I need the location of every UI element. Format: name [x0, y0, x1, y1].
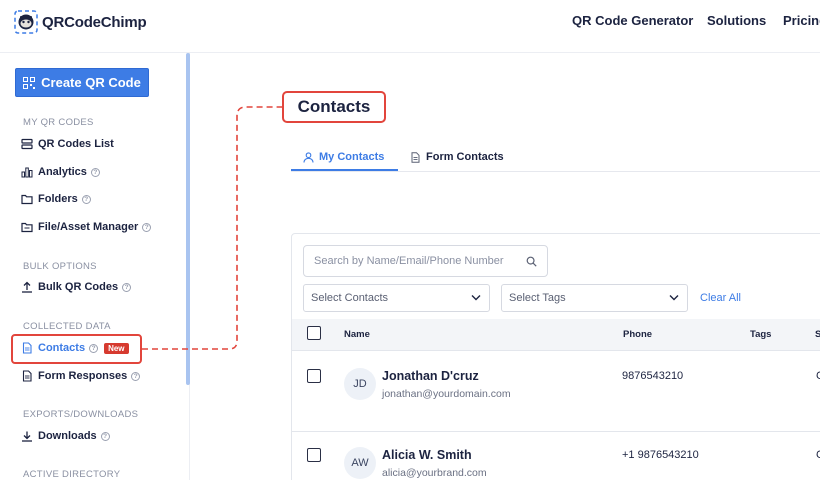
tab-my-contacts[interactable]: My Contacts [303, 143, 384, 171]
select-tags-label: Select Tags [509, 292, 566, 304]
clipped-column-value: C [816, 449, 820, 461]
contact-name[interactable]: Alicia W. Smith [382, 448, 472, 462]
sidebar-scrollbar[interactable] [186, 53, 190, 385]
sidebar-item-form-responses[interactable]: Form Responses ? [21, 367, 141, 385]
table-header [292, 319, 820, 351]
help-icon[interactable]: ? [142, 222, 152, 232]
column-header-phone[interactable]: Phone [623, 329, 652, 340]
select-contacts-label: Select Contacts [311, 292, 389, 304]
topnav-solutions[interactable]: Solutions [707, 13, 766, 28]
sidebar-item-label: Form Responses [38, 370, 128, 382]
sidebar-item-label: File/Asset Manager [38, 221, 139, 233]
select-all-checkbox[interactable] [307, 326, 321, 340]
top-navbar: QRCodeChimp QR Code Generator Solutions … [0, 0, 820, 53]
sidebar-item-folders[interactable]: Folders ? [21, 190, 91, 208]
qr-icon [23, 76, 36, 89]
column-header-status[interactable]: S [815, 329, 820, 340]
sidebar-item-downloads[interactable]: Downloads ? [21, 427, 110, 445]
user-icon [303, 151, 314, 163]
column-header-name[interactable]: Name [344, 329, 370, 340]
chimp-logo-icon [14, 10, 38, 34]
search-box[interactable] [303, 245, 548, 277]
sidebar-item-analytics[interactable]: Analytics ? [21, 163, 100, 181]
section-title-bulk-options: BULK OPTIONS [23, 261, 97, 272]
contact-phone: +1 9876543210 [622, 449, 699, 461]
sidebar-item-label: Bulk QR Codes [38, 281, 119, 293]
contact-phone: 9876543210 [622, 370, 684, 382]
folder-icon [21, 194, 33, 205]
sidebar: Create QR Code MY QR CODES QR Codes List… [0, 53, 190, 480]
avatar: JD [344, 368, 376, 400]
download-icon [22, 431, 32, 442]
help-icon[interactable]: ? [81, 194, 91, 204]
contacts-highlight-box [11, 334, 142, 364]
clipped-column-value: C [816, 370, 820, 382]
sidebar-item-label: Analytics [38, 166, 87, 178]
row-checkbox[interactable] [307, 369, 321, 383]
brand-name: QRCodeChimp [42, 13, 147, 31]
row-checkbox[interactable] [307, 448, 321, 462]
sidebar-item-label: Downloads [38, 430, 97, 442]
search-icon[interactable] [526, 256, 537, 267]
search-input[interactable] [314, 255, 510, 267]
page-title: Contacts [282, 91, 386, 123]
chevron-down-icon [669, 295, 679, 301]
row-divider [292, 431, 820, 432]
contact-name[interactable]: Jonathan D'cruz [382, 369, 479, 383]
topnav-pricing[interactable]: Pricing [783, 13, 820, 28]
sidebar-item-qr-codes-list[interactable]: QR Codes List [21, 135, 114, 153]
sidebar-item-bulk-qr-codes[interactable]: Bulk QR Codes ? [21, 278, 132, 296]
sidebar-item-label: QR Codes List [38, 138, 114, 150]
section-title-collected-data: COLLECTED DATA [23, 321, 111, 332]
help-icon[interactable]: ? [90, 167, 100, 177]
document-icon [411, 151, 420, 163]
section-title-active-directory: ACTIVE DIRECTORY [23, 469, 121, 480]
sidebar-item-label: Folders [38, 193, 78, 205]
list-icon [21, 138, 33, 150]
help-icon[interactable]: ? [131, 371, 141, 381]
tab-label: My Contacts [319, 151, 385, 163]
section-title-exports-downloads: EXPORTS/DOWNLOADS [23, 409, 139, 420]
brand-logo[interactable]: QRCodeChimp [14, 10, 147, 34]
tab-label: Form Contacts [426, 151, 504, 163]
tabs-divider [291, 171, 820, 172]
document-icon [22, 370, 32, 382]
help-icon[interactable]: ? [122, 282, 132, 292]
create-qr-code-button[interactable]: Create QR Code [15, 68, 149, 97]
select-tags-dropdown[interactable]: Select Tags [501, 284, 688, 312]
bar-chart-icon [21, 167, 33, 178]
select-contacts-dropdown[interactable]: Select Contacts [303, 284, 490, 312]
contact-email: alicia@yourbrand.com [382, 467, 487, 479]
tab-form-contacts[interactable]: Form Contacts [410, 143, 504, 171]
clear-all-link[interactable]: Clear All [700, 292, 741, 304]
create-qr-code-label: Create QR Code [41, 75, 141, 90]
avatar: AW [344, 447, 376, 479]
column-header-tags[interactable]: Tags [750, 329, 771, 340]
chevron-down-icon [471, 295, 481, 301]
help-icon[interactable]: ? [100, 431, 110, 441]
folder-file-icon [21, 222, 33, 233]
upload-icon [22, 281, 32, 293]
sidebar-item-file-asset-manager[interactable]: File/Asset Manager ? [21, 218, 152, 236]
contact-email: jonathan@yourdomain.com [382, 388, 511, 400]
topnav-qr-code-generator[interactable]: QR Code Generator [572, 13, 693, 28]
section-title-my-qr-codes: MY QR CODES [23, 117, 94, 128]
